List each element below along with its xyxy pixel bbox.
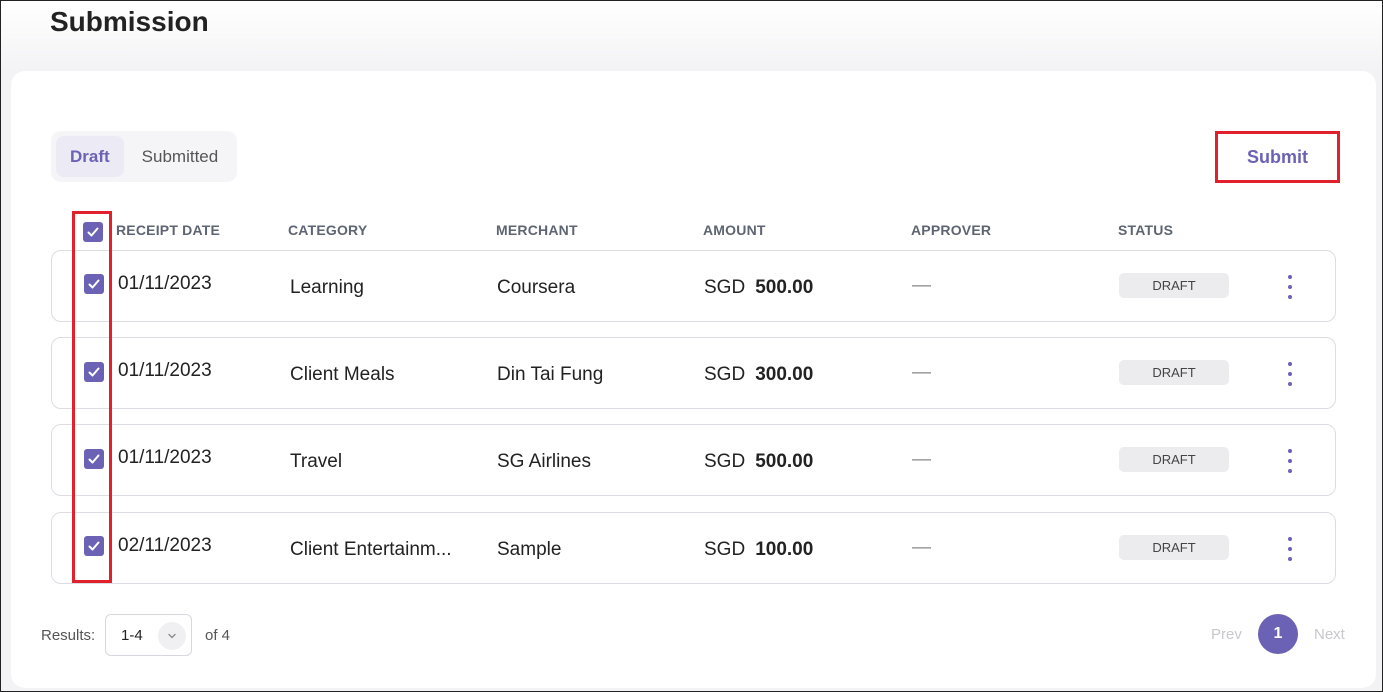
check-icon (88, 454, 100, 464)
status-badge: DRAFT (1119, 535, 1229, 560)
amount-value: 100.00 (755, 539, 814, 560)
page-number-button[interactable]: 1 (1258, 614, 1298, 654)
tab-submitted[interactable]: Submitted (128, 136, 233, 177)
receipt-date: 01/11/2023 (118, 447, 212, 468)
receipt-date: 01/11/2023 (118, 273, 212, 294)
submit-button[interactable]: Submit (1247, 147, 1308, 168)
more-options-icon[interactable] (1282, 537, 1298, 561)
category: Client Entertainm... (290, 539, 452, 560)
approver: — (912, 275, 931, 296)
header-status: STATUS (1118, 222, 1174, 238)
category: Travel (290, 451, 343, 472)
status-badge: DRAFT (1119, 360, 1229, 385)
table-row[interactable]: 02/11/2023 Client Entertainm... Sample S… (51, 512, 1336, 584)
merchant: Coursera (497, 277, 576, 298)
results-total: of 4 (205, 627, 231, 644)
header-approver: APPROVER (911, 222, 992, 238)
status-badge: DRAFT (1119, 447, 1229, 472)
header-amount: AMOUNT (703, 222, 766, 238)
page-title: Submission (50, 6, 209, 37)
amount-value: 500.00 (755, 451, 814, 472)
table-header: RECEIPT DATE CATEGORY MERCHANT AMOUNT AP… (51, 218, 1336, 242)
status-badge: DRAFT (1119, 273, 1229, 298)
receipt-date: 01/11/2023 (118, 360, 212, 381)
row-checkbox[interactable] (84, 362, 104, 382)
currency: SGD (704, 539, 746, 560)
row-checkbox[interactable] (84, 274, 104, 294)
tab-draft[interactable]: Draft (56, 136, 124, 177)
currency: SGD (704, 277, 746, 298)
more-options-icon[interactable] (1282, 362, 1298, 386)
amount-value: 300.00 (755, 364, 814, 385)
merchant: SG Airlines (497, 451, 591, 472)
row-checkbox[interactable] (84, 449, 104, 469)
tab-bar: Draft Submitted (51, 131, 237, 182)
select-all-checkbox[interactable] (83, 222, 103, 242)
check-icon (88, 279, 100, 289)
more-options-icon[interactable] (1282, 275, 1298, 299)
receipt-date: 02/11/2023 (118, 535, 212, 556)
check-icon (87, 227, 99, 237)
table-row[interactable]: 01/11/2023 Travel SG Airlines SGD 500.00 … (51, 424, 1336, 496)
currency: SGD (704, 451, 746, 472)
approver: — (912, 362, 931, 383)
merchant: Din Tai Fung (497, 364, 604, 385)
header-merchant: MERCHANT (496, 222, 578, 238)
category: Client Meals (290, 364, 395, 385)
check-icon (88, 541, 100, 551)
amount: SGD 300.00 (704, 364, 813, 386)
next-page-button[interactable]: Next (1314, 626, 1345, 643)
amount: SGD 500.00 (704, 451, 813, 473)
approver: — (912, 537, 931, 558)
header-receipt-date: RECEIPT DATE (116, 222, 221, 238)
check-icon (88, 367, 100, 377)
currency: SGD (704, 364, 746, 385)
prev-page-button[interactable]: Prev (1211, 626, 1242, 643)
chevron-down-icon (158, 622, 186, 650)
results-per-page-select[interactable]: 1-4 (105, 614, 192, 656)
header-category: CATEGORY (288, 222, 368, 238)
amount: SGD 100.00 (704, 539, 813, 561)
results-label: Results: (41, 627, 96, 644)
results-value: 1-4 (121, 626, 143, 644)
submit-highlight: Submit (1215, 131, 1340, 183)
amount-value: 500.00 (755, 277, 814, 298)
row-checkbox[interactable] (84, 536, 104, 556)
amount: SGD 500.00 (704, 277, 813, 299)
category: Learning (290, 277, 364, 298)
table-row[interactable]: 01/11/2023 Learning Coursera SGD 500.00 —… (51, 250, 1336, 322)
more-options-icon[interactable] (1282, 449, 1298, 473)
merchant: Sample (497, 539, 562, 560)
table-row[interactable]: 01/11/2023 Client Meals Din Tai Fung SGD… (51, 337, 1336, 409)
approver: — (912, 449, 931, 470)
